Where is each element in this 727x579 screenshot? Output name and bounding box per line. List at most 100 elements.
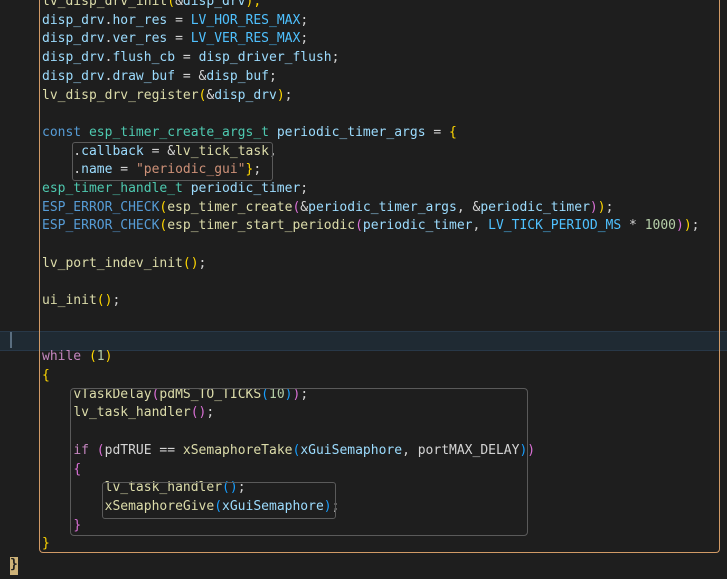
code-token: ( <box>96 442 105 458</box>
code-line[interactable]: vTaskDelay(pdMS_TO_TICKS(10)); <box>42 386 308 405</box>
code-token: 10 <box>269 386 285 402</box>
code-token: esp_timer_handle_t <box>42 181 183 196</box>
code-token: LV_HOR_RES_MAX <box>190 12 301 28</box>
code-token: xSemaphoreTake <box>182 442 293 458</box>
cursor-line-marker <box>10 332 12 348</box>
code-token: ; <box>284 87 293 103</box>
code-token: ; <box>300 12 309 28</box>
code-line[interactable]: xSemaphoreGive(xGuiSemaphore); <box>42 498 340 517</box>
outer-closing-brace: } <box>10 557 18 572</box>
code-line[interactable]: ESP_ERROR_CHECK (esp_timer_start_periodic… <box>42 217 699 236</box>
code-token: 1000 <box>644 218 676 234</box>
code-line[interactable]: .name = "periodic_gui"}; <box>42 161 261 180</box>
code-token: = <box>167 31 191 47</box>
code-token: ; <box>300 181 309 196</box>
code-token: () <box>96 293 113 309</box>
code-token: () <box>190 405 207 421</box>
code-line[interactable]: } <box>42 535 50 554</box>
code-token: , & <box>456 199 481 215</box>
code-token: lv_task_handler <box>73 405 191 421</box>
code-token: , <box>472 218 489 234</box>
code-token: disp_drv <box>182 0 246 9</box>
code-token: ; <box>206 405 215 421</box>
code-token: ( <box>214 498 223 514</box>
code-token: & <box>175 0 183 9</box>
code-token: ; <box>331 50 340 66</box>
code-token: periodic_timer <box>362 218 473 234</box>
code-line[interactable]: disp_drv.flush_cb = disp_driver_flush; <box>42 49 339 68</box>
code-line[interactable]: const esp_timer_create_args_t periodic_t… <box>42 124 457 143</box>
code-token: ) <box>683 218 692 234</box>
code-line[interactable]: lv_task_handler(); <box>42 404 214 423</box>
code-token: lv_task_handler <box>104 480 223 496</box>
code-token: ESP_ERROR_CHECK <box>42 218 160 234</box>
code-token: ) <box>323 498 332 514</box>
code-token: vTaskDelay <box>73 386 152 402</box>
code-token: xGuiSemaphore <box>222 498 324 514</box>
code-token: if <box>73 442 89 458</box>
code-token: } <box>42 536 50 552</box>
code-token: & <box>300 199 309 215</box>
code-token: , <box>402 442 418 458</box>
code-token: disp_drv <box>42 50 105 66</box>
code-editor[interactable]: lv_disp_drv_init(&disp_drv); disp_drv.hor… <box>0 0 727 579</box>
code-token: ); <box>245 0 262 9</box>
code-line[interactable]: ESP_ERROR_CHECK(esp_timer_create(&period… <box>42 199 613 218</box>
code-token: ) <box>276 87 285 103</box>
code-token: ver_res <box>112 31 168 47</box>
code-token: LV_VER_RES_MAX <box>190 31 301 47</box>
code-token: esp_timer_create_args_t <box>88 124 269 140</box>
code-line[interactable]: { <box>42 367 50 386</box>
code-token: draw_buf <box>112 68 176 84</box>
code-line[interactable]: disp_drv.hor_res = LV_HOR_RES_MAX; <box>42 12 308 31</box>
code-token: portMAX_DELAY <box>417 442 520 458</box>
code-token: ; <box>112 293 121 309</box>
code-token: const <box>42 124 82 140</box>
code-token: ) <box>597 199 606 215</box>
code-line[interactable]: } <box>42 517 81 536</box>
code-token: disp_drv <box>42 31 105 47</box>
code-token: ; <box>198 255 207 271</box>
code-token: = <box>425 124 450 140</box>
code-token: ( <box>355 218 363 234</box>
code-line[interactable]: lv_disp_drv_init(&disp_drv); <box>42 0 261 12</box>
code-token: ; <box>253 162 262 178</box>
code-token: disp_driver_flush <box>198 50 332 66</box>
code-line[interactable]: { <box>42 461 81 480</box>
code-token: lv_disp_drv_init <box>42 0 168 9</box>
code-token: ui_init <box>42 293 97 309</box>
code-token: ( <box>261 386 269 402</box>
code-line[interactable]: ui_init(); <box>42 292 120 311</box>
code-line[interactable]: lv_port_indev_init(); <box>42 255 206 274</box>
code-token: lv_disp_drv_register <box>42 87 199 103</box>
code-token: () <box>182 255 199 271</box>
code-token: = & <box>175 68 207 84</box>
code-line[interactable]: esp_timer_handle_t periodic_timer; <box>42 180 308 199</box>
code-line[interactable]: lv_disp_drv_register(&disp_drv); <box>42 87 292 106</box>
code-token: ) <box>527 442 536 458</box>
code-line[interactable]: disp_drv.ver_res = LV_VER_RES_MAX; <box>42 30 308 49</box>
code-token: periodic_timer <box>480 199 590 215</box>
code-line[interactable]: lv_task_handler(); <box>42 479 246 498</box>
code-token: xSemaphoreGive <box>104 498 215 514</box>
code-token: { <box>42 368 50 383</box>
code-line[interactable]: while (1) <box>42 348 112 367</box>
code-token: ; <box>269 68 277 84</box>
code-line[interactable]: .callback = &lv_tick_task, <box>42 143 277 162</box>
code-token: while <box>42 349 82 365</box>
code-token: ( <box>167 0 176 9</box>
code-token: flush_cb <box>112 50 176 66</box>
code-token: lv_tick_task <box>175 143 269 159</box>
code-token: LV_TICK_PERIOD_MS <box>488 218 622 234</box>
code-token: } <box>73 517 82 533</box>
code-token: ; <box>331 498 340 514</box>
code-line[interactable]: disp_drv.draw_buf = &disp_buf; <box>42 68 277 87</box>
code-line[interactable]: if (pdTRUE == xSemaphoreTake(xGuiSemapho… <box>42 442 535 461</box>
